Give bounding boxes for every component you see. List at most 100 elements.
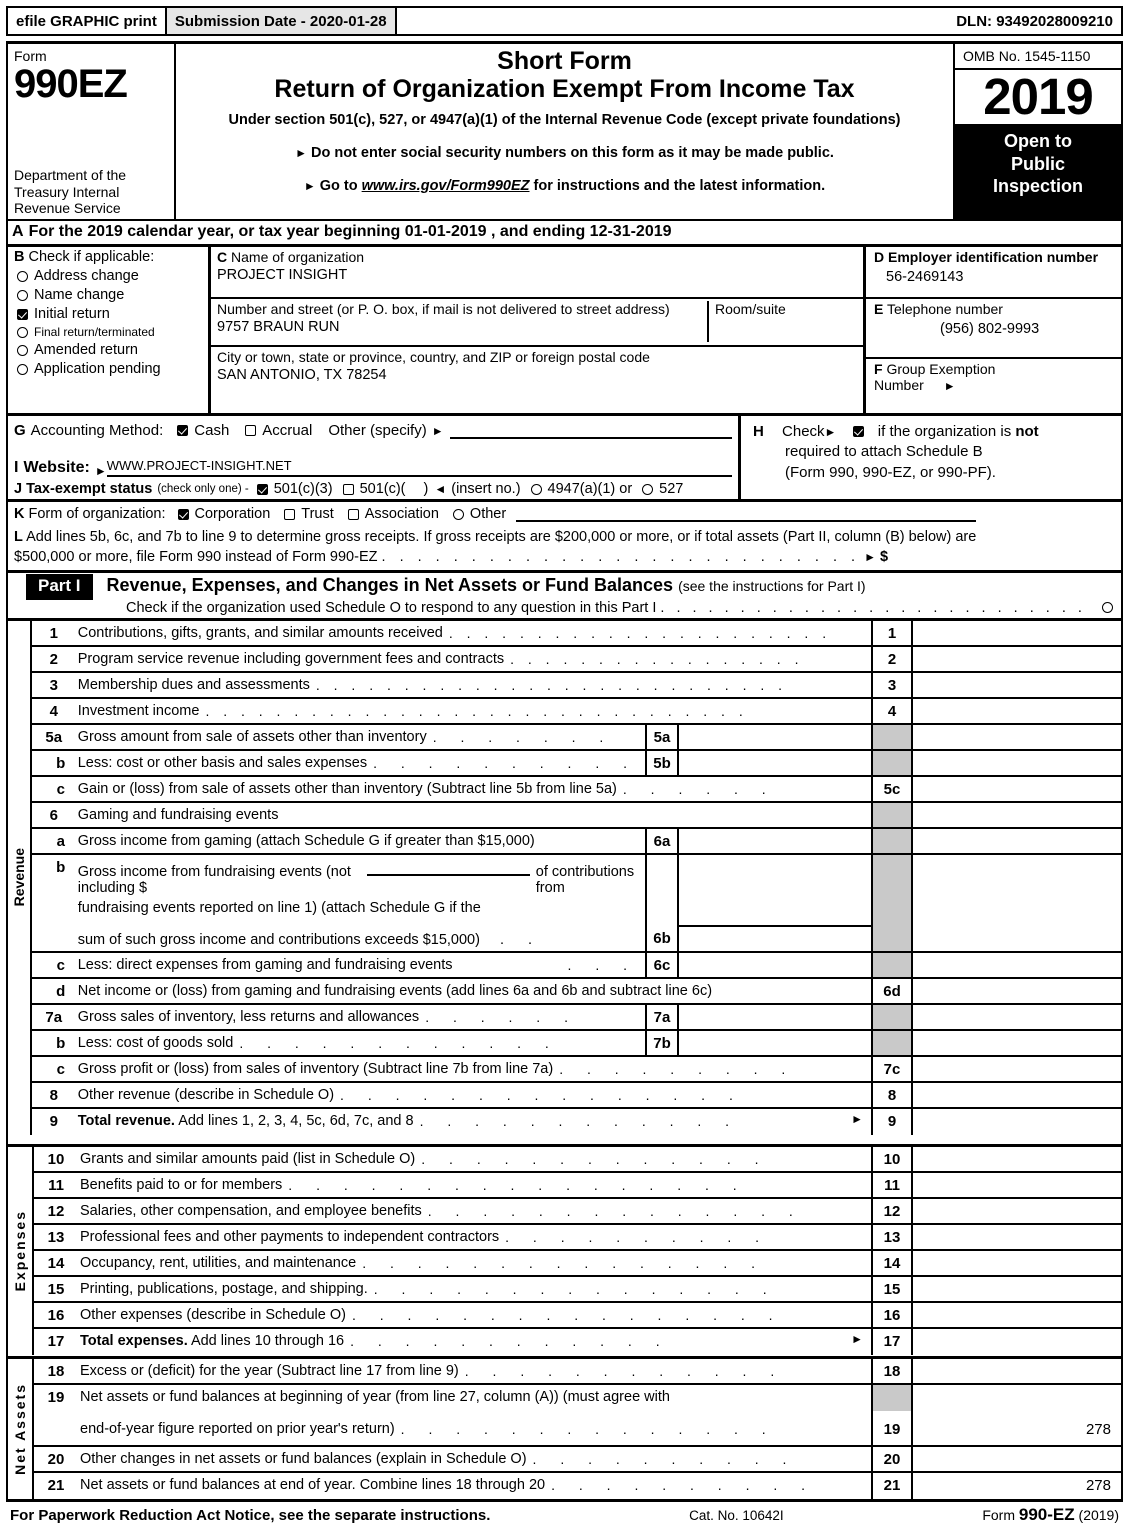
row-dots: . . . . . . . . . . . . . . . . .: [510, 650, 804, 667]
irs-form-link[interactable]: www.irs.gov/Form990EZ: [362, 178, 530, 194]
row-amount[interactable]: 278: [913, 1473, 1121, 1499]
row-amount[interactable]: [913, 673, 1121, 697]
row-amount: [913, 1005, 1121, 1029]
row-description-text: Grants and similar amounts paid (list in…: [80, 1150, 416, 1167]
table-row: 20 Other changes in net assets or fund b…: [34, 1446, 1121, 1473]
open-to-public-badge: Open to Public Inspection: [955, 126, 1121, 219]
row-amount[interactable]: [913, 1173, 1121, 1197]
row-amount[interactable]: [913, 1447, 1121, 1471]
checkbox-icon[interactable]: [17, 326, 28, 338]
checkbox-icon[interactable]: [17, 289, 28, 301]
checkbox-association-icon[interactable]: [347, 508, 359, 520]
checkbox-checked-icon[interactable]: [17, 308, 28, 320]
sub-amount[interactable]: [679, 829, 871, 853]
row-line-number-shaded: [871, 1030, 913, 1055]
row-amount[interactable]: [913, 777, 1121, 801]
row-amount[interactable]: [913, 1057, 1121, 1081]
row-amount[interactable]: [913, 1277, 1121, 1301]
checkbox-schedule-b-checked-icon[interactable]: [852, 426, 864, 437]
row-description-text: Other revenue (describe in Schedule O): [77, 1086, 335, 1103]
row-amount[interactable]: [913, 1083, 1121, 1107]
checkbox-other-org-icon[interactable]: [452, 508, 464, 520]
row-description: Other changes in net assets or fund bala…: [78, 1447, 871, 1471]
row-amount[interactable]: [913, 1199, 1121, 1223]
checkbox-501c-icon[interactable]: [342, 483, 354, 495]
row-amount[interactable]: [913, 699, 1121, 723]
sub-amount[interactable]: [679, 751, 871, 775]
row-dots: . . . . . . . . . .: [532, 1450, 797, 1467]
triangle-right-icon-5: ►: [94, 464, 107, 478]
form-footer: For Paperwork Reduction Act Notice, see …: [6, 1502, 1123, 1531]
sub-line-number: 6a: [645, 828, 679, 853]
sub-amount[interactable]: [679, 725, 871, 749]
checkbox-final-return[interactable]: Final return/terminated: [17, 325, 204, 339]
checkbox-4947a1-icon[interactable]: [530, 483, 542, 495]
checkbox-amended-return[interactable]: Amended return: [17, 342, 204, 358]
row-amount[interactable]: [913, 1303, 1121, 1327]
checkbox-icon[interactable]: [17, 363, 28, 375]
checkbox-corporation-checked-icon[interactable]: [177, 508, 189, 520]
row-description: Program service revenue including govern…: [76, 647, 871, 671]
table-row: 6 Gaming and fundraising events: [31, 802, 1121, 829]
row-description-text: Net assets or fund balances at beginning…: [80, 1388, 670, 1405]
checkbox-501c3-checked-icon[interactable]: [256, 483, 268, 495]
row-amount[interactable]: [913, 979, 1121, 1003]
row-line-number: 3: [871, 672, 913, 697]
section-h-not: not: [1015, 423, 1039, 440]
net-assets-side-label-inner: Net Assets: [8, 1359, 32, 1499]
row-description: Total expenses. Add lines 10 through 16 …: [78, 1329, 871, 1355]
checkbox-trust-icon[interactable]: [284, 508, 296, 520]
row-description-text: Gain or (loss) from sale of assets other…: [77, 780, 617, 797]
row-amount[interactable]: [913, 1109, 1121, 1135]
table-row: b Gross income from fundraising events (…: [31, 854, 1121, 953]
section-c-letter: C: [217, 249, 228, 265]
checkbox-icon[interactable]: [17, 270, 28, 282]
row-dots: . . . . . . . . . . . . . . . . . . . . …: [448, 624, 832, 641]
row-number: b: [56, 754, 66, 772]
sub-amount[interactable]: [679, 953, 871, 977]
checkbox-address-change[interactable]: Address change: [17, 268, 204, 284]
table-row: 8 Other revenue (describe in Schedule O)…: [31, 1082, 1121, 1109]
row-amount[interactable]: [913, 647, 1121, 671]
checkbox-cash-checked-icon[interactable]: [177, 425, 189, 436]
checkbox-name-change[interactable]: Name change: [17, 287, 204, 303]
row-description-text: Gross amount from sale of assets other t…: [77, 728, 427, 745]
row-amount[interactable]: [913, 1147, 1121, 1171]
row-amount[interactable]: 278: [913, 1411, 1121, 1445]
checkbox-527-icon[interactable]: [642, 483, 654, 495]
row-amount[interactable]: [913, 1329, 1121, 1355]
row-number: b: [56, 858, 66, 876]
section-k-letter: K: [14, 506, 25, 522]
checkbox-accrual-icon[interactable]: [245, 425, 257, 436]
checkbox-icon[interactable]: [17, 344, 28, 356]
sub-amount[interactable]: [679, 1031, 871, 1055]
row-amount[interactable]: [913, 1225, 1121, 1249]
form-of-org-other-input[interactable]: [516, 506, 977, 522]
row-6b-blank-input[interactable]: [366, 859, 530, 876]
triangle-right-icon: ►: [295, 146, 307, 160]
sub-amount[interactable]: [679, 1005, 871, 1029]
checkbox-schedule-o-icon[interactable]: [1102, 602, 1113, 614]
row-amount[interactable]: [913, 1251, 1121, 1275]
ein-label: D Employer identification number: [874, 249, 1117, 265]
part-1-title-row: Part I Revenue, Expenses, and Changes in…: [8, 573, 1121, 600]
accounting-other-input[interactable]: [449, 422, 732, 439]
room-suite: Room/suite: [707, 301, 859, 342]
row-line-number: 7c: [871, 1056, 913, 1081]
row-number: 14: [47, 1254, 65, 1272]
group-exemption-cell: F Group Exemption Number ►: [866, 359, 1121, 413]
sub-amount[interactable]: [679, 924, 871, 951]
row-amount[interactable]: [913, 1359, 1121, 1383]
footer-form-pre: Form: [982, 1506, 1019, 1523]
row-description-text: Occupancy, rent, utilities, and maintena…: [80, 1254, 357, 1271]
row-amount: [913, 855, 1121, 951]
row-amount[interactable]: [913, 621, 1121, 645]
row-description: Net assets or fund balances at end of ye…: [78, 1473, 871, 1499]
checkbox-application-pending[interactable]: Application pending: [17, 361, 204, 377]
row-dots: . . .: [567, 956, 637, 973]
row-6b-line1-a: Gross income from fundraising events (no…: [77, 863, 351, 896]
website-label: Website:: [23, 459, 90, 476]
row-number: 2: [49, 650, 58, 668]
checkbox-initial-return[interactable]: Initial return: [17, 306, 204, 322]
gross-receipts-row: L Add lines 5b, 6c, and 7b to line 9 to …: [14, 528, 1115, 567]
